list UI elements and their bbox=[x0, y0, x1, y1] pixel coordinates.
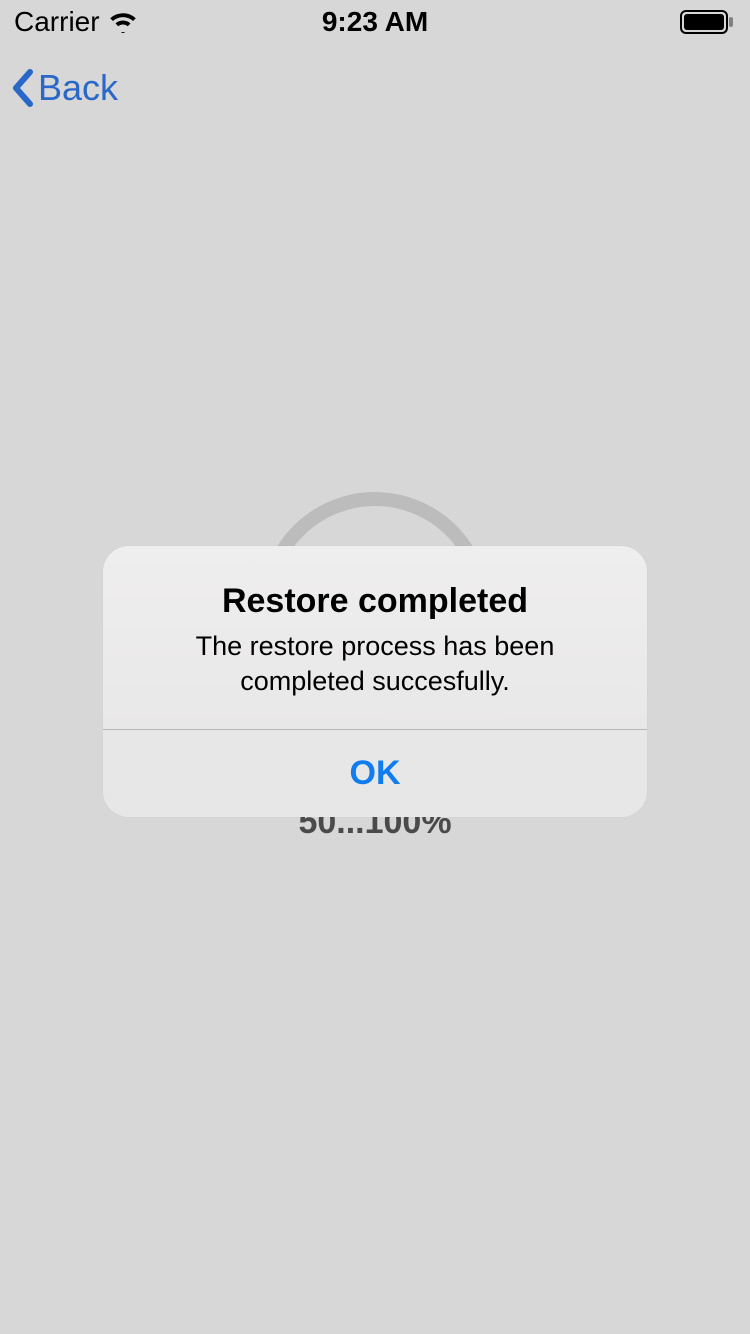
alert-title: Restore completed bbox=[133, 582, 617, 621]
ok-button[interactable]: OK bbox=[103, 730, 647, 817]
alert-dialog: Restore completed The restore process ha… bbox=[103, 546, 647, 817]
alert-actions: OK bbox=[103, 730, 647, 817]
alert-message: The restore process has been completed s… bbox=[133, 629, 617, 699]
alert-body: Restore completed The restore process ha… bbox=[103, 546, 647, 729]
